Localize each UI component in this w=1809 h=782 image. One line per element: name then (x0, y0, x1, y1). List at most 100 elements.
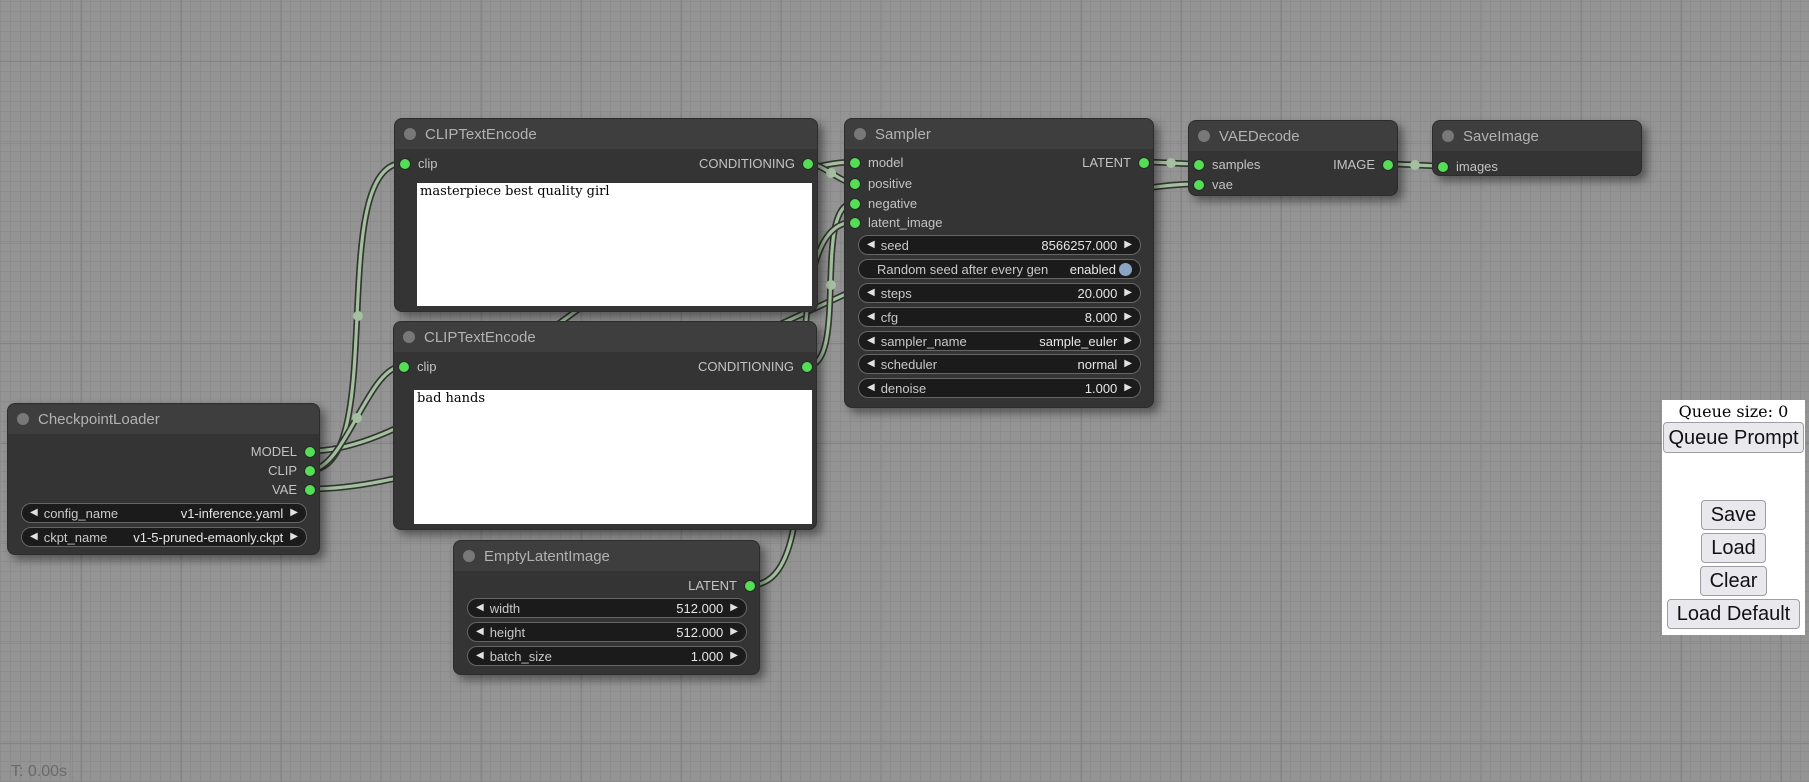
increment-arrow-icon[interactable]: ▶ (730, 623, 738, 641)
output-dot-icon[interactable] (305, 447, 315, 457)
decrement-arrow-icon[interactable]: ◀ (476, 599, 484, 617)
node-cliptextencode-positive[interactable]: CLIPTextEncode clip CONDITIONING masterp… (394, 118, 818, 312)
output-slot-model: MODEL (8, 443, 319, 461)
input-slot-images: images (1433, 158, 1641, 176)
load-button[interactable]: Load (1701, 533, 1766, 563)
collapse-dot-icon[interactable] (1442, 130, 1454, 142)
node-title: CheckpointLoader (38, 411, 160, 428)
node-titlebar[interactable]: CheckpointLoader (8, 404, 319, 434)
increment-arrow-icon[interactable]: ▶ (1124, 332, 1132, 350)
widget-value: 512.000 (676, 625, 723, 640)
decrement-arrow-icon[interactable]: ◀ (476, 647, 484, 665)
node-titlebar[interactable]: CLIPTextEncode (395, 119, 817, 149)
queue-prompt-button[interactable]: Queue Prompt (1663, 422, 1804, 453)
increment-arrow-icon[interactable]: ▶ (290, 528, 298, 546)
node-title: CLIPTextEncode (425, 126, 537, 143)
collapse-dot-icon[interactable] (404, 128, 416, 140)
node-checkpointloader[interactable]: CheckpointLoader MODEL CLIP VAE ◀ config… (7, 403, 320, 555)
decrement-arrow-icon[interactable]: ◀ (867, 332, 875, 350)
node-cliptextencode-negative[interactable]: CLIPTextEncode clip CONDITIONING bad han… (393, 321, 817, 530)
output-dot-icon[interactable] (305, 485, 315, 495)
node-titlebar[interactable]: Sampler (845, 119, 1153, 149)
widget-random-seed-toggle[interactable]: Random seed after every gen enabled (858, 259, 1141, 279)
node-titlebar[interactable]: EmptyLatentImage (454, 541, 759, 571)
decrement-arrow-icon[interactable]: ◀ (867, 236, 875, 254)
widget-value: normal (1078, 357, 1118, 372)
decrement-arrow-icon[interactable]: ◀ (867, 284, 875, 302)
increment-arrow-icon[interactable]: ▶ (290, 504, 298, 522)
slot-label: IMAGE (1333, 157, 1375, 172)
queue-size-label: Queue size: 0 (1679, 402, 1789, 421)
output-dot-icon[interactable] (305, 466, 315, 476)
widget-name: seed (881, 238, 909, 253)
decrement-arrow-icon[interactable]: ◀ (867, 308, 875, 326)
widget-cfg[interactable]: ◀ cfg 8.000 ▶ (858, 307, 1141, 327)
node-titlebar[interactable]: SaveImage (1433, 121, 1641, 151)
collapse-dot-icon[interactable] (1198, 130, 1210, 142)
widget-seed[interactable]: ◀ seed 8566257.000 ▶ (858, 235, 1141, 255)
node-saveimage[interactable]: SaveImage images (1432, 120, 1642, 176)
decrement-arrow-icon[interactable]: ◀ (30, 504, 38, 522)
output-dot-icon[interactable] (803, 159, 813, 169)
widget-value: 1.000 (1085, 381, 1118, 396)
collapse-dot-icon[interactable] (17, 413, 29, 425)
widget-denoise[interactable]: ◀ denoise 1.000 ▶ (858, 378, 1141, 398)
node-title: Sampler (875, 126, 931, 143)
output-dot-icon[interactable] (1139, 158, 1149, 168)
node-titlebar[interactable]: CLIPTextEncode (394, 322, 816, 352)
slot-label: positive (868, 176, 912, 191)
output-dot-icon[interactable] (1383, 160, 1393, 170)
increment-arrow-icon[interactable]: ▶ (1124, 284, 1132, 302)
collapse-dot-icon[interactable] (403, 331, 415, 343)
widget-name: steps (881, 286, 912, 301)
prompt-textarea[interactable]: masterpiece best quality girl (417, 183, 812, 306)
clear-button[interactable]: Clear (1700, 566, 1768, 596)
node-vaedecode[interactable]: VAEDecode samples IMAGE vae (1188, 120, 1398, 196)
decrement-arrow-icon[interactable]: ◀ (867, 379, 875, 397)
node-sampler[interactable]: Sampler model LATENT positive negative l… (844, 118, 1154, 408)
widget-height[interactable]: ◀ height 512.000 ▶ (467, 622, 747, 642)
toggle-icon[interactable] (1119, 263, 1132, 276)
increment-arrow-icon[interactable]: ▶ (730, 647, 738, 665)
graph-canvas[interactable]: { "canvas": { "render_time": "T: 0.00s" … (0, 0, 1809, 782)
decrement-arrow-icon[interactable]: ◀ (30, 528, 38, 546)
widget-config-name[interactable]: ◀ config_name v1-inference.yaml ▶ (21, 503, 307, 523)
widget-scheduler[interactable]: ◀ scheduler normal ▶ (858, 354, 1141, 374)
widget-value: 512.000 (676, 601, 723, 616)
input-dot-icon[interactable] (850, 218, 860, 228)
queue-panel: Queue size: 0 Queue Prompt Save Load Cle… (1662, 400, 1805, 635)
input-dot-icon[interactable] (850, 199, 860, 209)
decrement-arrow-icon[interactable]: ◀ (476, 623, 484, 641)
increment-arrow-icon[interactable]: ▶ (1124, 379, 1132, 397)
increment-arrow-icon[interactable]: ▶ (1124, 236, 1132, 254)
prompt-textarea[interactable]: bad hands (414, 390, 812, 524)
output-slot-latent: LATENT (845, 154, 1153, 172)
node-emptylatentimage[interactable]: EmptyLatentImage LATENT ◀ width 512.000 … (453, 540, 760, 675)
node-titlebar[interactable]: VAEDecode (1189, 121, 1397, 151)
input-dot-icon[interactable] (1194, 180, 1204, 190)
input-dot-icon[interactable] (1438, 162, 1448, 172)
widget-value: 8566257.000 (1041, 238, 1117, 253)
widget-ckpt-name[interactable]: ◀ ckpt_name v1-5-pruned-emaonly.ckpt ▶ (21, 527, 307, 547)
widget-steps[interactable]: ◀ steps 20.000 ▶ (858, 283, 1141, 303)
node-title: SaveImage (1463, 128, 1539, 145)
increment-arrow-icon[interactable]: ▶ (1124, 308, 1132, 326)
load-default-button[interactable]: Load Default (1667, 599, 1800, 629)
increment-arrow-icon[interactable]: ▶ (730, 599, 738, 617)
widget-value: sample_euler (1039, 334, 1117, 349)
node-title: CLIPTextEncode (424, 329, 536, 346)
collapse-dot-icon[interactable] (463, 550, 475, 562)
output-dot-icon[interactable] (802, 362, 812, 372)
decrement-arrow-icon[interactable]: ◀ (867, 355, 875, 373)
widget-name: height (490, 625, 525, 640)
widget-value: v1-5-pruned-emaonly.ckpt (133, 530, 283, 545)
increment-arrow-icon[interactable]: ▶ (1124, 355, 1132, 373)
widget-width[interactable]: ◀ width 512.000 ▶ (467, 598, 747, 618)
collapse-dot-icon[interactable] (854, 128, 866, 140)
widget-sampler-name[interactable]: ◀ sampler_name sample_euler ▶ (858, 331, 1141, 351)
output-dot-icon[interactable] (745, 581, 755, 591)
widget-batch-size[interactable]: ◀ batch_size 1.000 ▶ (467, 646, 747, 666)
input-dot-icon[interactable] (850, 179, 860, 189)
slot-label: latent_image (868, 215, 942, 230)
save-button[interactable]: Save (1701, 500, 1767, 530)
